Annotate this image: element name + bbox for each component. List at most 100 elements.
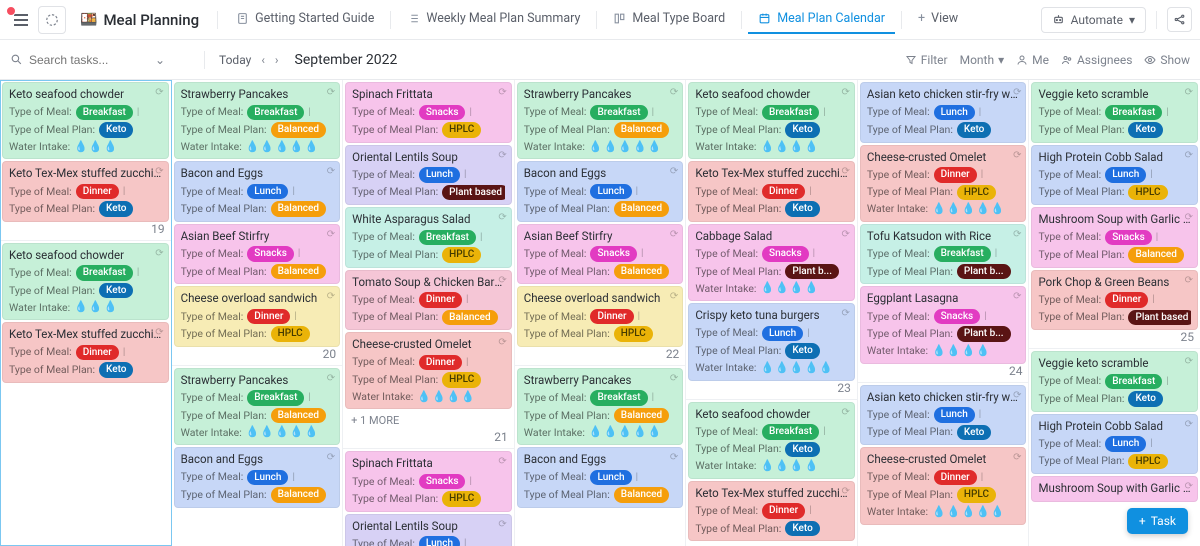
day-column[interactable]: ⟳Strawberry PancakesType of Meal:Breakfa…	[172, 80, 344, 546]
task-card[interactable]: ⟳Keto seafood chowderType of Meal:Breakf…	[2, 82, 169, 159]
show-button[interactable]: Show	[1144, 53, 1190, 67]
meal-pill: Lunch	[590, 470, 631, 486]
tab-meal-type-board[interactable]: Meal Type Board	[603, 5, 735, 34]
task-card[interactable]: ⟳Asian keto chicken stir-fry with brocTy…	[860, 82, 1027, 143]
prev-month-button[interactable]: ‹	[261, 53, 265, 67]
task-card[interactable]: ⟳High Protein Cobb SaladType of Meal:Lun…	[1031, 414, 1198, 475]
task-card[interactable]: ⟳Asian Beef StirfryType of Meal:Snacks|T…	[517, 224, 684, 285]
task-card[interactable]: ⟳Bacon and EggsType of Meal:Lunch|Type o…	[174, 447, 341, 508]
task-card[interactable]: ⟳Keto seafood chowderType of Meal:Breakf…	[688, 82, 855, 159]
task-card[interactable]: ⟳Veggie keto scrambleType of Meal:Breakf…	[1031, 351, 1198, 412]
tab-weekly-summary[interactable]: Weekly Meal Plan Summary	[397, 5, 590, 34]
task-card[interactable]: ⟳White Asparagus SaladType of Meal:Break…	[345, 207, 512, 268]
share-button[interactable]	[1167, 7, 1192, 32]
task-card[interactable]: ⟳Eggplant LasagnaType of Meal:Snacks|Typ…	[860, 286, 1027, 363]
task-title: Crispy keto tuna burgers	[695, 308, 848, 324]
task-card[interactable]: ⟳Strawberry PancakesType of Meal:Breakfa…	[517, 82, 684, 159]
task-card[interactable]: ⟳Tomato Soup & Chicken BarbecueType of M…	[345, 270, 512, 331]
search-input[interactable]	[29, 53, 149, 67]
task-card[interactable]: ⟳Oriental Lentils SoupType of Meal:Lunch…	[345, 514, 512, 546]
field-label: Type of Meal Plan:	[352, 492, 438, 506]
field-label: Type of Meal:	[867, 247, 930, 261]
next-month-button[interactable]: ›	[275, 53, 279, 67]
recurring-icon: ⟳	[1185, 418, 1193, 432]
recurring-icon: ⟳	[498, 86, 506, 100]
chevron-down-icon[interactable]: ⌄	[155, 53, 165, 67]
day-column[interactable]: ⟳Keto seafood chowderType of Meal:Breakf…	[0, 80, 172, 546]
task-card[interactable]: ⟳Mushroom Soup with Garlic BreType of Me…	[1031, 207, 1198, 268]
plan-pill: Keto	[785, 521, 819, 537]
tab-getting-started[interactable]: Getting Started Guide	[226, 5, 384, 34]
task-card[interactable]: ⟳Strawberry PancakesType of Meal:Breakfa…	[517, 368, 684, 445]
hamburger-menu[interactable]	[8, 8, 34, 32]
task-card[interactable]: ⟳Strawberry PancakesType of Meal:Breakfa…	[174, 368, 341, 445]
day-number: 25	[1181, 330, 1195, 344]
task-card[interactable]: ⟳Mushroom Soup with Garlic Bre	[1031, 476, 1198, 502]
day-column[interactable]: ⟳Keto seafood chowderType of Meal:Breakf…	[686, 80, 858, 546]
task-card[interactable]: ⟳Cheese-crusted OmeletType of Meal:Dinne…	[860, 145, 1027, 222]
recurring-icon: ⟳	[498, 274, 506, 288]
more-tasks-link[interactable]: + 1 MORE	[345, 411, 512, 430]
day-column[interactable]: ⟳Asian keto chicken stir-fry with brocTy…	[858, 80, 1030, 546]
task-card[interactable]: ⟳Bacon and EggsType of Meal:Lunch|Type o…	[517, 161, 684, 222]
me-filter[interactable]: Me	[1016, 53, 1049, 67]
task-card[interactable]: ⟳Spinach FrittataType of Meal:Snacks|Typ…	[345, 82, 512, 143]
plan-pill: Balanced	[271, 264, 326, 280]
task-card[interactable]: ⟳Asian keto chicken stir-fry with bType …	[860, 385, 1027, 446]
field-label: Type of Meal:	[867, 105, 930, 119]
recurring-icon: ⟳	[1013, 149, 1021, 163]
task-card[interactable]: ⟳Asian Beef StirfryType of Meal:Snacks|T…	[174, 224, 341, 285]
calendar-icon	[758, 12, 771, 25]
task-card[interactable]: ⟳Strawberry PancakesType of Meal:Breakfa…	[174, 82, 341, 159]
task-card[interactable]: ⟳High Protein Cobb SaladType of Meal:Lun…	[1031, 145, 1198, 206]
day-column[interactable]: ⟳Veggie keto scrambleType of Meal:Breakf…	[1029, 80, 1200, 546]
task-title: High Protein Cobb Salad	[1038, 150, 1191, 166]
task-card[interactable]: ⟳Tofu Katsudon with RiceType of Meal:Bre…	[860, 224, 1027, 285]
field-label: Type of Meal:	[181, 185, 244, 199]
field-label: Type of Meal:	[867, 168, 930, 182]
plan-pill: Keto	[785, 122, 819, 138]
task-card[interactable]: ⟳Veggie keto scrambleType of Meal:Breakf…	[1031, 82, 1198, 143]
recurring-icon: ⟳	[1185, 274, 1193, 288]
task-card[interactable]: ⟳Keto seafood chowderType of Meal:Breakf…	[2, 243, 169, 320]
task-card[interactable]: ⟳Cheese overload sandwichType of Meal:Di…	[174, 286, 341, 347]
toolbar: ⌄ Today ‹ › September 2022 Filter Month …	[0, 40, 1200, 80]
loading-icon	[38, 6, 66, 34]
assignees-filter[interactable]: Assignees	[1061, 53, 1132, 67]
task-card[interactable]: ⟳Crispy keto tuna burgersType of Meal:Lu…	[688, 303, 855, 380]
task-card[interactable]: ⟳Keto Tex-Mex stuffed zucchini boatType …	[2, 161, 169, 222]
task-card[interactable]: ⟳Oriental Lentils SoupType of Meal:Lunch…	[345, 145, 512, 206]
month-toggle[interactable]: Month ▾	[960, 53, 1005, 67]
new-task-button[interactable]: + Task	[1127, 508, 1188, 534]
water-drops: 💧💧💧💧	[417, 390, 476, 405]
task-card[interactable]: ⟳Bacon and EggsType of Meal:Lunch|Type o…	[517, 447, 684, 508]
water-drops: 💧💧💧💧💧	[932, 505, 1005, 520]
task-card[interactable]: ⟳Keto Tex-Mex stuffed zucchini bType of …	[688, 481, 855, 542]
task-card[interactable]: ⟳Cheese-crusted OmeletType of Meal:Dinne…	[860, 447, 1027, 524]
field-label: Type of Meal Plan:	[181, 409, 267, 423]
task-card[interactable]: ⟳Pork Chop & Green BeansType of Meal:Din…	[1031, 270, 1198, 331]
task-card[interactable]: ⟳Bacon and EggsType of Meal:Lunch|Type o…	[174, 161, 341, 222]
recurring-icon: ⟳	[842, 406, 850, 420]
task-card[interactable]: ⟳Cheese overload sandwichType of Meal:Di…	[517, 286, 684, 347]
tab-meal-plan-calendar[interactable]: Meal Plan Calendar	[748, 5, 895, 34]
task-card[interactable]: ⟳Keto Tex-Mex stuffed zucchini bType of …	[688, 161, 855, 222]
field-label: Type of Meal:	[1038, 437, 1101, 451]
day-number: 21	[494, 430, 508, 444]
task-card[interactable]: ⟳Keto seafood chowderType of Meal:Breakf…	[688, 402, 855, 479]
task-title: Bacon and Eggs	[181, 452, 334, 468]
task-card[interactable]: ⟳Spinach FrittataType of Meal:Snacks|Typ…	[345, 451, 512, 512]
filter-button[interactable]: Filter	[905, 53, 948, 67]
task-card[interactable]: ⟳Cabbage SaladType of Meal:Snacks|Type o…	[688, 224, 855, 301]
plan-pill: Keto	[99, 362, 133, 378]
water-drops: 💧💧💧💧	[760, 459, 819, 474]
task-card[interactable]: ⟳Keto Tex-Mex stuffed zucchini bType of …	[2, 322, 169, 383]
automate-button[interactable]: Automate ▾	[1041, 7, 1146, 33]
search-box[interactable]: ⌄	[10, 53, 190, 67]
tab-add-view[interactable]: + View	[908, 5, 968, 34]
today-button[interactable]: Today	[219, 53, 251, 67]
field-label: Type of Meal:	[9, 266, 72, 280]
day-column[interactable]: ⟳Strawberry PancakesType of Meal:Breakfa…	[515, 80, 687, 546]
task-card[interactable]: ⟳Cheese-crusted OmeletType of Meal:Dinne…	[345, 332, 512, 409]
day-column[interactable]: ⟳Spinach FrittataType of Meal:Snacks|Typ…	[343, 80, 515, 546]
